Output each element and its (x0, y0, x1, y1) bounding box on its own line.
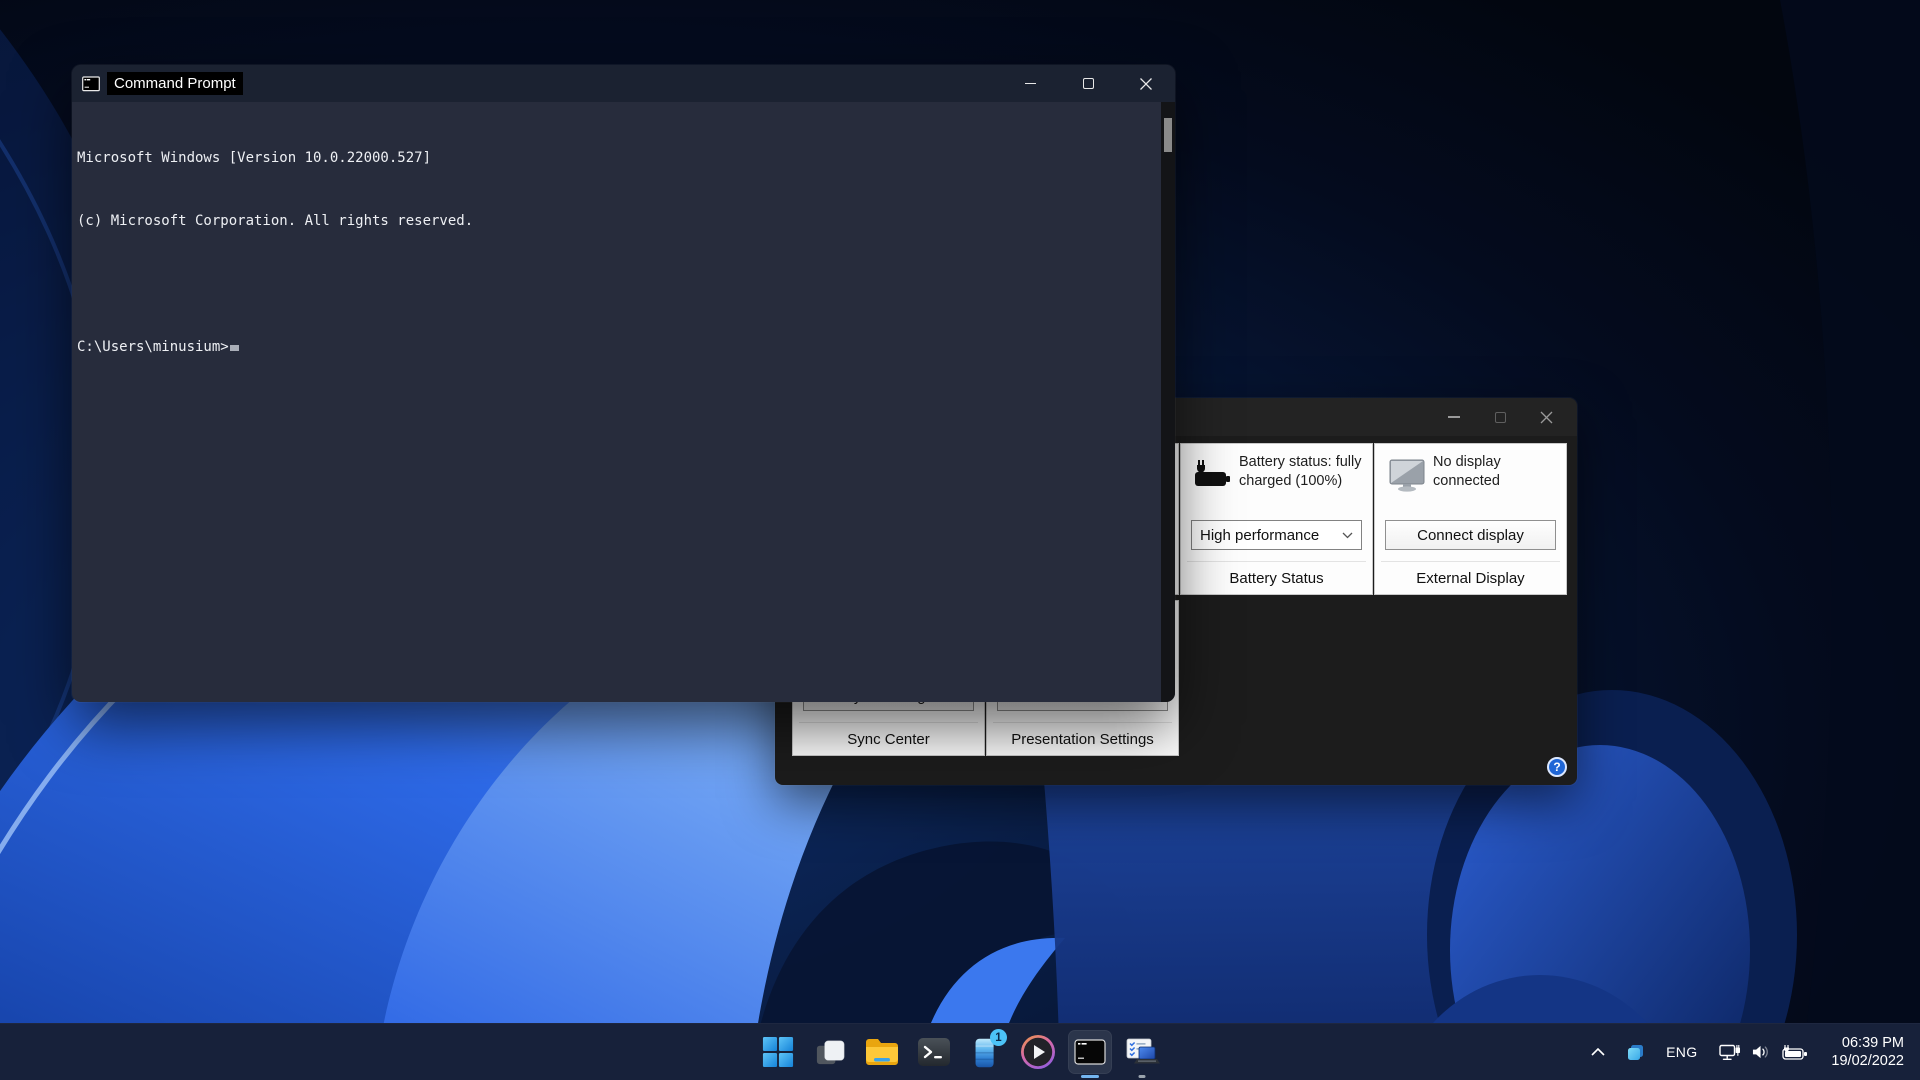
minimize-icon (1448, 416, 1460, 418)
taskbar-center-icons: 1 (756, 1024, 1164, 1080)
terminal-button[interactable] (912, 1030, 956, 1074)
cmd-maximize-button[interactable] (1059, 65, 1117, 102)
active-indicator (1081, 1075, 1099, 1078)
task-view-icon (816, 1040, 844, 1064)
quick-settings-button[interactable] (1710, 1032, 1817, 1072)
window-title: Command Prompt (107, 72, 243, 95)
chevron-up-icon (1591, 1048, 1605, 1056)
mobility-close-button[interactable] (1523, 398, 1569, 436)
chevron-down-icon (1342, 532, 1353, 538)
text-cursor (229, 345, 239, 351)
folder-icon (866, 1039, 898, 1065)
maximize-icon (1494, 411, 1506, 423)
battery-status-text: Battery status: fully charged (100%) (1239, 454, 1362, 489)
maximize-icon (1082, 78, 1094, 89)
cmd-close-button[interactable] (1117, 65, 1175, 102)
battery-status-tile: Battery status: fully charged (100%) Hig… (1180, 443, 1373, 595)
presentation-tile-label: Presentation Settings (993, 722, 1172, 755)
system-tray: ENG 06:39 PM 19/02/2022 (1584, 1024, 1920, 1080)
mobility-maximize-button[interactable] (1477, 398, 1523, 436)
console-output[interactable]: Microsoft Windows [Version 10.0.22000.52… (72, 102, 1161, 702)
network-icon (1719, 1044, 1741, 1060)
power-plan-dropdown[interactable]: High performance (1191, 520, 1362, 550)
tray-clock[interactable]: 06:39 PM 19/02/2022 (1831, 1034, 1904, 1070)
console-prompt-line: C:\Users\minusium> (77, 337, 1161, 358)
media-player-button[interactable] (1016, 1030, 1060, 1074)
scrollbar-thumb[interactable] (1164, 118, 1172, 152)
close-icon (1140, 77, 1152, 90)
console-line: Microsoft Windows [Version 10.0.22000.52… (77, 150, 432, 166)
battery-charging-icon (1782, 1044, 1808, 1060)
sync-tile-label: Sync Center (799, 722, 978, 755)
cmd-minimize-button[interactable] (1001, 65, 1059, 102)
cmd-icon (1074, 1039, 1106, 1065)
close-icon (1540, 411, 1552, 423)
mobility-center-icon (1126, 1038, 1160, 1064)
battery-tile-label: Battery Status (1187, 561, 1366, 594)
desktop: Battery status: fully charged (100%) Hig… (0, 0, 1920, 1080)
media-player-icon (1021, 1035, 1055, 1069)
minimize-icon (1024, 82, 1036, 85)
mobility-minimize-button[interactable] (1431, 398, 1477, 436)
volume-icon (1753, 1045, 1769, 1059)
console-line: (c) Microsoft Corporation. All rights re… (77, 213, 474, 229)
language-indicator[interactable]: ENG (1659, 1032, 1704, 1072)
display-tile-label: External Display (1381, 561, 1560, 594)
tray-app-button[interactable] (1618, 1032, 1653, 1072)
scrollbar-track[interactable] (1161, 102, 1175, 702)
help-button[interactable]: ? (1547, 757, 1567, 777)
display-status-text: No display connected (1433, 454, 1501, 489)
connect-display-button[interactable]: Connect display (1385, 520, 1556, 550)
file-explorer-button[interactable] (860, 1030, 904, 1074)
cmd-titlebar[interactable]: Command Prompt (72, 65, 1175, 102)
terminal-icon (918, 1038, 950, 1066)
taskbar: 1 ENG 06:39 PM 19/02/2022 (0, 1023, 1920, 1080)
external-display-tile: No display connected Connect display Ext… (1374, 443, 1567, 595)
task-view-button[interactable] (808, 1030, 852, 1074)
prompt-text: C:\Users\minusium> (77, 339, 229, 355)
command-prompt-taskbar-button[interactable] (1068, 1030, 1112, 1078)
show-hidden-icons-button[interactable] (1584, 1032, 1612, 1072)
start-button[interactable] (756, 1030, 800, 1074)
tray-time: 06:39 PM (1841, 1035, 1904, 1051)
running-indicator (1138, 1075, 1146, 1078)
windows-logo-icon (762, 1036, 794, 1068)
battery-icon (1195, 460, 1230, 486)
command-prompt-window: Command Prompt Microsoft Windows [Versio… (72, 65, 1175, 702)
phone-link-button[interactable]: 1 (964, 1029, 1008, 1074)
notification-badge: 1 (990, 1029, 1007, 1046)
tray-date: 19/02/2022 (1831, 1053, 1904, 1069)
mobility-center-taskbar-button[interactable] (1120, 1030, 1164, 1078)
monitor-icon (1389, 459, 1425, 492)
power-plan-value: High performance (1200, 526, 1320, 544)
cmd-app-icon (82, 75, 100, 91)
blue-squares-icon (1628, 1044, 1644, 1060)
